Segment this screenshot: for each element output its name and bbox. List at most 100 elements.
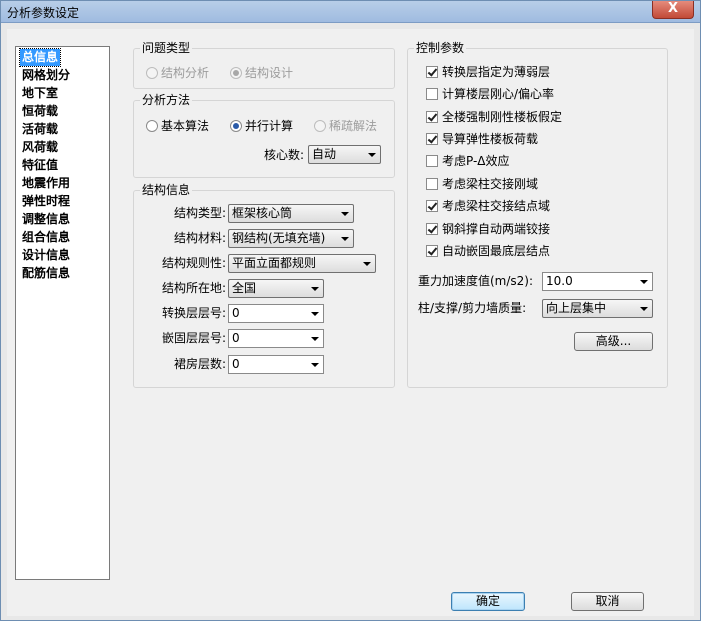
- gravity-combo[interactable]: 10.0: [542, 272, 653, 291]
- checkbox-checked-icon: [426, 133, 438, 145]
- checkbox-icon: [426, 178, 438, 190]
- check-label: 考虑梁柱交接结点域: [442, 199, 551, 213]
- chevron-down-icon: [311, 287, 319, 291]
- check-fix-bottom-nodes[interactable]: 自动嵌固最底层结点: [426, 243, 550, 259]
- structure-regularity-select[interactable]: 平面立面都规则: [228, 254, 376, 273]
- check-brace-hinged[interactable]: 钢斜撑自动两端铰接: [426, 221, 550, 237]
- structure-location-value: 全国: [232, 281, 257, 295]
- structure-regularity-value: 平面立面都规则: [232, 256, 317, 270]
- nav-item-mesh[interactable]: 网格划分: [20, 67, 72, 84]
- nav-item-wind-load[interactable]: 风荷载: [20, 139, 60, 156]
- close-icon: X: [667, 1, 679, 16]
- check-label: 全楼强制刚性楼板假定: [442, 110, 563, 124]
- radio-structure-design[interactable]: 结构设计: [230, 65, 293, 81]
- nav-item-live-load[interactable]: 活荷载: [20, 121, 60, 138]
- cores-label: 核心数:: [263, 148, 304, 162]
- cancel-button[interactable]: 取消: [571, 592, 644, 611]
- check-label: 钢斜撑自动两端铰接: [442, 222, 551, 236]
- control-params-title: 控制参数: [414, 40, 467, 56]
- podium-floors-combo[interactable]: 0: [228, 355, 324, 374]
- structure-info-group: 结构信息 结构类型: 框架核心筒 结构材料: 钢结构(无填充墙) 结构规则性: …: [133, 182, 395, 388]
- nav-item-general[interactable]: 总信息: [18, 48, 62, 67]
- analysis-method-title: 分析方法: [140, 92, 193, 108]
- chevron-down-icon: [363, 262, 371, 266]
- structure-location-label: 结构所在地:: [161, 281, 226, 295]
- radio-icon: [314, 120, 326, 132]
- checkbox-icon: [426, 88, 438, 100]
- structure-regularity-label: 结构规则性:: [161, 256, 226, 270]
- dialog-window: 分析参数设定 X 总信息 网格划分 地下室 恒荷载 活荷载 风荷载 特征值 地震…: [0, 0, 701, 621]
- mass-label: 柱/支撑/剪力墙质量:: [418, 301, 527, 315]
- check-label: 考虑P-Δ效应: [442, 154, 510, 168]
- podium-floors-label: 裙房层数:: [173, 357, 226, 371]
- nav-item-time-history[interactable]: 弹性时程: [20, 193, 72, 210]
- chevron-down-icon: [640, 280, 648, 284]
- embedded-floor-combo[interactable]: 0: [228, 329, 324, 348]
- radio-basic-algorithm[interactable]: 基本算法: [146, 118, 209, 134]
- mass-select[interactable]: 向上层集中: [542, 299, 653, 318]
- radio-selected-icon: [230, 120, 242, 132]
- close-button[interactable]: X: [652, 1, 694, 19]
- check-elastic-floor-load[interactable]: 导算弹性楼板荷载: [426, 131, 538, 147]
- structure-material-select[interactable]: 钢结构(无填充墙): [228, 229, 354, 248]
- radio-label: 并行计算: [245, 119, 294, 133]
- nav-item-combination[interactable]: 组合信息: [20, 229, 72, 246]
- structure-material-value: 钢结构(无填充墙): [232, 231, 326, 245]
- gravity-value: 10.0: [546, 274, 573, 288]
- check-p-delta[interactable]: 考虑P-Δ效应: [426, 153, 510, 169]
- radio-label: 稀疏解法: [329, 119, 378, 133]
- window-title: 分析参数设定: [7, 6, 80, 20]
- embedded-floor-label: 嵌固层层号:: [161, 331, 226, 345]
- nav-item-basement[interactable]: 地下室: [20, 85, 60, 102]
- transfer-floor-combo[interactable]: 0: [228, 304, 324, 323]
- check-beam-column-joint-zone[interactable]: 考虑梁柱交接结点域: [426, 198, 550, 214]
- category-list[interactable]: 总信息 网格划分 地下室 恒荷载 活荷载 风荷载 特征值 地震作用 弹性时程 调…: [15, 46, 110, 580]
- transfer-floor-value: 0: [232, 306, 240, 320]
- radio-sparse-solver[interactable]: 稀疏解法: [314, 118, 377, 134]
- chevron-down-icon: [311, 363, 319, 367]
- check-rigid-floor[interactable]: 全楼强制刚性楼板假定: [426, 109, 562, 125]
- radio-label: 结构设计: [245, 66, 294, 80]
- check-beam-column-rigid-zone[interactable]: 考虑梁柱交接刚域: [426, 176, 538, 192]
- structure-info-title: 结构信息: [140, 182, 193, 198]
- checkbox-checked-icon: [426, 245, 438, 257]
- cores-select[interactable]: 自动: [308, 145, 381, 164]
- nav-item-adjustment[interactable]: 调整信息: [20, 211, 72, 228]
- check-label: 考虑梁柱交接刚域: [442, 177, 539, 191]
- radio-structure-analysis[interactable]: 结构分析: [146, 65, 209, 81]
- nav-item-dead-load[interactable]: 恒荷载: [20, 103, 60, 120]
- nav-item-reinforcement[interactable]: 配筋信息: [20, 265, 72, 282]
- transfer-floor-label: 转换层层号:: [161, 306, 226, 320]
- cores-value: 自动: [312, 147, 337, 161]
- podium-floors-value: 0: [232, 357, 240, 371]
- structure-type-value: 框架核心筒: [232, 206, 293, 220]
- check-label: 计算楼层刚心/偏心率: [442, 87, 555, 101]
- structure-type-select[interactable]: 框架核心筒: [228, 204, 354, 223]
- chevron-down-icon: [640, 307, 648, 311]
- checkbox-checked-icon: [426, 111, 438, 123]
- radio-label: 基本算法: [161, 119, 210, 133]
- nav-item-eigenvalue[interactable]: 特征值: [20, 157, 60, 174]
- advanced-button[interactable]: 高级...: [574, 332, 653, 351]
- chevron-down-icon: [311, 337, 319, 341]
- check-rigidity-eccentricity[interactable]: 计算楼层刚心/偏心率: [426, 86, 554, 102]
- radio-parallel-computing[interactable]: 并行计算: [230, 118, 293, 134]
- check-label: 导算弹性楼板荷载: [442, 132, 539, 146]
- checkbox-checked-icon: [426, 200, 438, 212]
- structure-type-label: 结构类型:: [173, 206, 226, 220]
- gravity-label: 重力加速度值(m/s2):: [418, 274, 534, 288]
- nav-item-seismic[interactable]: 地震作用: [20, 175, 72, 192]
- nav-item-design[interactable]: 设计信息: [20, 247, 72, 264]
- radio-icon: [146, 67, 158, 79]
- check-label: 转换层指定为薄弱层: [442, 65, 551, 79]
- check-transfer-weak-layer[interactable]: 转换层指定为薄弱层: [426, 64, 550, 80]
- checkbox-checked-icon: [426, 223, 438, 235]
- title-bar[interactable]: 分析参数设定 X: [1, 1, 700, 23]
- structure-location-select[interactable]: 全国: [228, 279, 324, 298]
- chevron-down-icon: [341, 212, 349, 216]
- mass-value: 向上层集中: [546, 301, 607, 315]
- embedded-floor-value: 0: [232, 331, 240, 345]
- ok-button[interactable]: 确定: [451, 592, 525, 611]
- check-label: 自动嵌固最底层结点: [442, 244, 551, 258]
- structure-material-label: 结构材料:: [173, 231, 226, 245]
